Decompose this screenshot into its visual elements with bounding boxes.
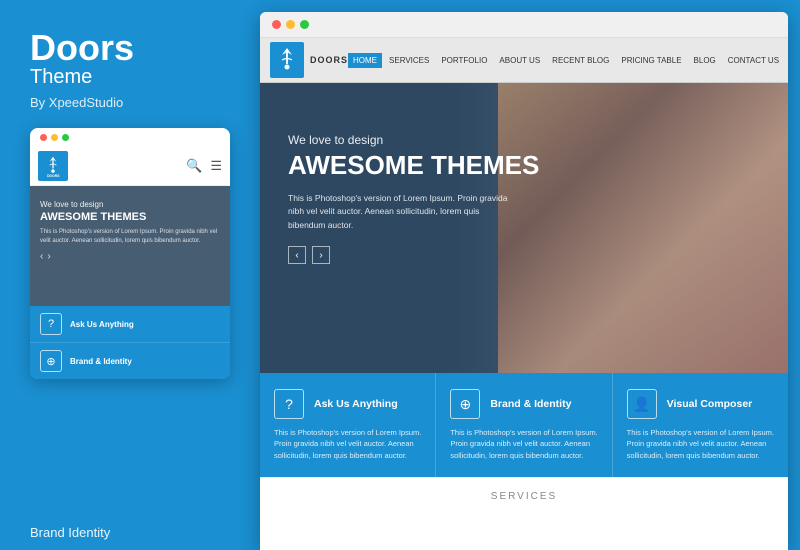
nav-contact[interactable]: CONTACT US (723, 53, 784, 68)
mobile-cards: ? Ask Us Anything ⊕ Brand & Identity (30, 306, 230, 379)
mobile-hero-text: This is Photoshop's version of Lorem Ips… (40, 228, 220, 245)
card-visual-title: Visual Composer (667, 398, 753, 410)
card-brand-header: ⊕ Brand & Identity (450, 389, 597, 419)
hero-main-title: awesome THEMES (288, 151, 760, 180)
nav-about[interactable]: ABOUT US (494, 53, 545, 68)
mobile-card-brand: ⊕ Brand & Identity (30, 343, 230, 379)
brand-name: Doors (30, 30, 228, 66)
browser-menu[interactable]: HOME SERVICES PORTFOLIO ABOUT US RECENT … (348, 53, 788, 68)
menu-icon[interactable]: ☰ (210, 158, 222, 174)
services-label: SERVICES (491, 491, 557, 502)
browser-services: SERVICES (260, 477, 788, 512)
mobile-hero: We love to design awesome THEMES This is… (30, 186, 230, 306)
hero-sub-text: We love to design (288, 133, 760, 147)
nav-home[interactable]: HOME (348, 53, 382, 68)
card-brand-icon: ⊕ (450, 389, 480, 419)
search-icon[interactable]: 🔍 (186, 158, 202, 174)
dot-red (40, 134, 47, 141)
prev-arrow-icon[interactable]: ‹ (40, 251, 43, 262)
card-brand-text: This is Photoshop's version of Lorem Ips… (450, 427, 597, 461)
browser-dot-yellow (286, 20, 295, 29)
mobile-card-brand-label: Brand & Identity (70, 357, 132, 366)
hero-nav-arrows[interactable]: ‹ › (288, 246, 760, 264)
mobile-nav-icons[interactable]: 🔍 ☰ (186, 158, 222, 174)
mobile-hero-title: awesome THEMES (40, 211, 220, 224)
dot-yellow (51, 134, 58, 141)
card-ask-icon: ? (274, 389, 304, 419)
dot-green (62, 134, 69, 141)
mobile-card-ask-label: Ask Us Anything (70, 320, 134, 329)
browser-card-ask: ? Ask Us Anything This is Photoshop's ve… (260, 373, 436, 477)
mobile-logo: DOORS (38, 151, 68, 181)
card-ask-text: This is Photoshop's version of Lorem Ips… (274, 427, 421, 461)
browser-dot-red (272, 20, 281, 29)
card-visual-header: 👤 Visual Composer (627, 389, 774, 419)
mobile-hero-sub: We love to design (40, 200, 220, 209)
browser-card-visual: 👤 Visual Composer This is Photoshop's ve… (613, 373, 788, 477)
browser-hero: We love to design awesome THEMES This is… (260, 83, 788, 373)
mobile-nav: DOORS 🔍 ☰ (30, 147, 230, 186)
mobile-top-bar (30, 128, 230, 147)
browser-cards: ? Ask Us Anything This is Photoshop's ve… (260, 373, 788, 477)
browser-logo-box (270, 42, 304, 78)
brand-icon: ⊕ (40, 350, 62, 372)
card-visual-icon: 👤 (627, 389, 657, 419)
ask-icon: ? (40, 313, 62, 335)
svg-text:DOORS: DOORS (47, 174, 60, 177)
brand-by: By XpeedStudio (30, 95, 228, 110)
browser-window: DOORS HOME SERVICES PORTFOLIO ABOUT US R… (260, 12, 788, 550)
hero-content: We love to design awesome THEMES This is… (260, 83, 788, 284)
mobile-hero-arrows: ‹ › (40, 251, 220, 262)
nav-pricing[interactable]: PRICING TABLE (616, 53, 686, 68)
hero-prev-arrow[interactable]: ‹ (288, 246, 306, 264)
nav-portfolio[interactable]: PORTFOLIO (436, 53, 492, 68)
mobile-card-ask: ? Ask Us Anything (30, 306, 230, 343)
card-visual-text: This is Photoshop's version of Lorem Ips… (627, 427, 774, 461)
next-arrow-icon[interactable]: › (47, 251, 50, 262)
browser-nav-bar: DOORS HOME SERVICES PORTFOLIO ABOUT US R… (260, 38, 788, 83)
nav-services[interactable]: SERVICES (384, 53, 434, 68)
nav-blog2[interactable]: BLOG (689, 53, 721, 68)
nav-blog[interactable]: RECENT BLOG (547, 53, 614, 68)
browser-dot-green (300, 20, 309, 29)
mobile-mockup: DOORS 🔍 ☰ We love to design awesome THEM… (30, 128, 230, 379)
browser-chrome (260, 12, 788, 38)
browser-card-brand: ⊕ Brand & Identity This is Photoshop's v… (436, 373, 612, 477)
mobile-hero-content: We love to design awesome THEMES This is… (40, 200, 220, 262)
browser-logo-area: DOORS (270, 42, 348, 78)
hero-next-arrow[interactable]: › (312, 246, 330, 264)
right-panel: DOORS HOME SERVICES PORTFOLIO ABOUT US R… (248, 0, 800, 550)
card-brand-title: Brand & Identity (490, 398, 571, 410)
browser-logo-text: DOORS (310, 56, 348, 65)
hero-desc: This is Photoshop's version of Lorem Ips… (288, 192, 508, 233)
card-ask-title: Ask Us Anything (314, 398, 398, 410)
brand-subtitle: Theme (30, 66, 228, 89)
bottom-label: Brand Identity (30, 525, 110, 540)
left-panel: Doors Theme By XpeedStudio DOORS 🔍 (0, 0, 248, 550)
card-ask-header: ? Ask Us Anything (274, 389, 421, 419)
